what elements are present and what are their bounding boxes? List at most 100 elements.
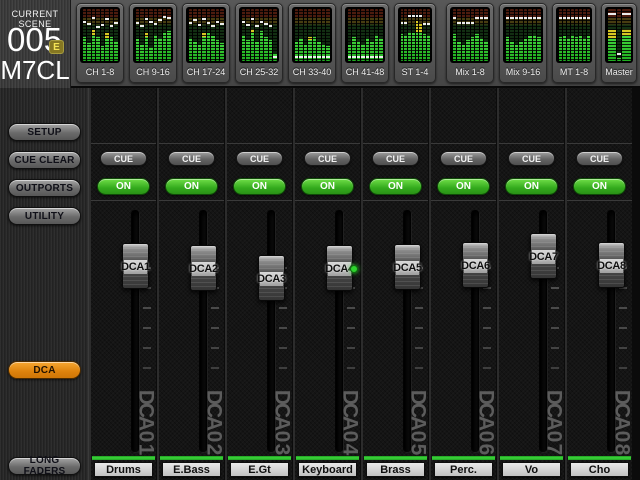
cue-button[interactable]: CUE	[304, 151, 351, 166]
meter-bar	[423, 9, 426, 61]
cue-button[interactable]: CUE	[576, 151, 623, 166]
meter-screen	[186, 7, 226, 63]
meter-bar	[587, 9, 590, 61]
m7cl-overview-screen: CURRENT SCENE 005 E M7CL CH 1-8 CH 9-16 …	[0, 0, 640, 480]
fader-knob-band: DCA4	[328, 262, 351, 276]
meter-bar	[145, 9, 149, 61]
meter-bar	[308, 9, 312, 61]
strip-divider	[567, 143, 632, 144]
channel-strip: CUE ON DCA05 DCA5 Brass	[363, 88, 428, 480]
cue-button[interactable]: CUE	[168, 151, 215, 166]
fader-knob[interactable]: DCA3	[258, 255, 285, 301]
on-button[interactable]: ON	[369, 178, 422, 195]
meter-bar	[617, 9, 622, 61]
long-faders-button[interactable]: LONG FADERS	[8, 457, 81, 475]
channel-name-label[interactable]: E.Bass	[162, 462, 221, 477]
meter-block[interactable]: CH 9-16	[129, 3, 177, 83]
meter-block[interactable]: ST 1-4	[394, 3, 436, 83]
meter-bar	[466, 9, 470, 61]
fader-knob[interactable]: DCA4	[326, 245, 353, 291]
channel-id-tag: DCA02	[204, 391, 224, 456]
channel-name-label[interactable]: Brass	[366, 462, 425, 477]
channel-name-label[interactable]: Cho	[570, 462, 629, 477]
cue-button[interactable]: CUE	[100, 151, 147, 166]
channel-name-label[interactable]: Keyboard	[298, 462, 357, 477]
meter-bar	[608, 9, 616, 61]
on-button[interactable]: ON	[165, 178, 218, 195]
meter-bar	[571, 9, 574, 61]
meter-block[interactable]: CH 25-32	[235, 3, 283, 83]
console-model-label: M7CL	[0, 55, 70, 86]
meter-bridge: CH 1-8 CH 9-16 CH 17-24 CH 25-32 CH 33-4…	[71, 0, 640, 88]
fader-knob[interactable]: DCA8	[598, 242, 625, 288]
meter-bar	[357, 9, 361, 61]
meter-bar	[220, 9, 224, 61]
channel-name-label[interactable]: Perc.	[434, 462, 493, 477]
meter-bar	[471, 9, 475, 61]
dca-bank-button[interactable]: DCA	[8, 361, 81, 379]
meter-block-label: CH 41-48	[345, 63, 385, 80]
meter-bar	[193, 9, 197, 61]
on-button[interactable]: ON	[437, 178, 490, 195]
meter-bar	[87, 9, 91, 61]
meter-block[interactable]: CH 33-40	[288, 3, 336, 83]
meter-bar	[519, 9, 523, 61]
on-button[interactable]: ON	[301, 178, 354, 195]
cue-clear-button[interactable]: CUE CLEAR	[8, 151, 81, 169]
fader-knob-band: DCA1	[124, 260, 147, 274]
on-button[interactable]: ON	[573, 178, 626, 195]
meter-block[interactable]: Mix 1-8	[446, 3, 494, 83]
meter-block-label: CH 1-8	[80, 63, 120, 80]
channel-name-label[interactable]: Vo	[502, 462, 561, 477]
outports-button[interactable]: OUTPORTS	[8, 179, 81, 197]
fader-knob-band: DCA8	[600, 259, 623, 273]
cue-button[interactable]: CUE	[508, 151, 555, 166]
strip-divider	[499, 143, 564, 144]
cue-button[interactable]: CUE	[372, 151, 419, 166]
setup-button[interactable]: SETUP	[8, 123, 81, 141]
fader-knob-label: DCA8	[597, 260, 626, 272]
meter-block[interactable]: CH 41-48	[341, 3, 389, 83]
fader-knob-label: DCA5	[393, 262, 422, 274]
channel-name-label[interactable]: Drums	[94, 462, 153, 477]
meter-screen	[292, 7, 332, 63]
channel-strip: CUE ON DCA07 DCA7 Vo	[499, 88, 564, 480]
channel-id-tag: DCA06	[476, 391, 496, 456]
fader-knob[interactable]: DCA7	[530, 233, 557, 279]
channel-name-label[interactable]: E.Gt	[230, 462, 289, 477]
meter-bar	[506, 9, 510, 61]
strip-divider	[159, 143, 224, 144]
meter-screen	[556, 7, 592, 63]
fader-strip-area: CUE ON DCA01 DCA1 Drums CUE ON DCA02 DCA…	[89, 88, 640, 480]
meter-block[interactable]: CH 17-24	[182, 3, 230, 83]
meter-bar	[326, 9, 330, 61]
meter-bar	[533, 9, 537, 61]
meter-block[interactable]: CH 1-8	[76, 3, 124, 83]
on-button[interactable]: ON	[505, 178, 558, 195]
meter-block[interactable]: Mix 9-16	[499, 3, 547, 83]
fader-knob[interactable]: DCA1	[122, 243, 149, 289]
strip-divider	[159, 200, 224, 201]
scene-edited-badge: E	[49, 40, 64, 54]
meter-bar	[401, 9, 404, 61]
meter-bar	[92, 9, 96, 61]
meter-bar	[198, 9, 202, 61]
main-area: SETUP CUE CLEAR OUTPORTS UTILITY DCA LON…	[0, 88, 640, 480]
fader-knob[interactable]: DCA2	[190, 245, 217, 291]
fader-knob[interactable]: DCA6	[462, 242, 489, 288]
meter-bar	[304, 9, 308, 61]
meter-bar	[299, 9, 303, 61]
fader-knob-band: DCA5	[396, 261, 419, 275]
current-scene-panel[interactable]: CURRENT SCENE 005 E M7CL	[0, 0, 71, 88]
utility-button[interactable]: UTILITY	[8, 207, 81, 225]
cue-button[interactable]: CUE	[440, 151, 487, 166]
cue-button[interactable]: CUE	[236, 151, 283, 166]
fader-knob[interactable]: DCA5	[394, 244, 421, 290]
on-button[interactable]: ON	[233, 178, 286, 195]
meter-bar	[480, 9, 484, 61]
meter-bar	[510, 9, 514, 61]
meter-block[interactable]: MT 1-8	[552, 3, 596, 83]
meter-block[interactable]: Master	[601, 3, 637, 83]
on-button[interactable]: ON	[97, 178, 150, 195]
meter-bar	[622, 9, 630, 61]
